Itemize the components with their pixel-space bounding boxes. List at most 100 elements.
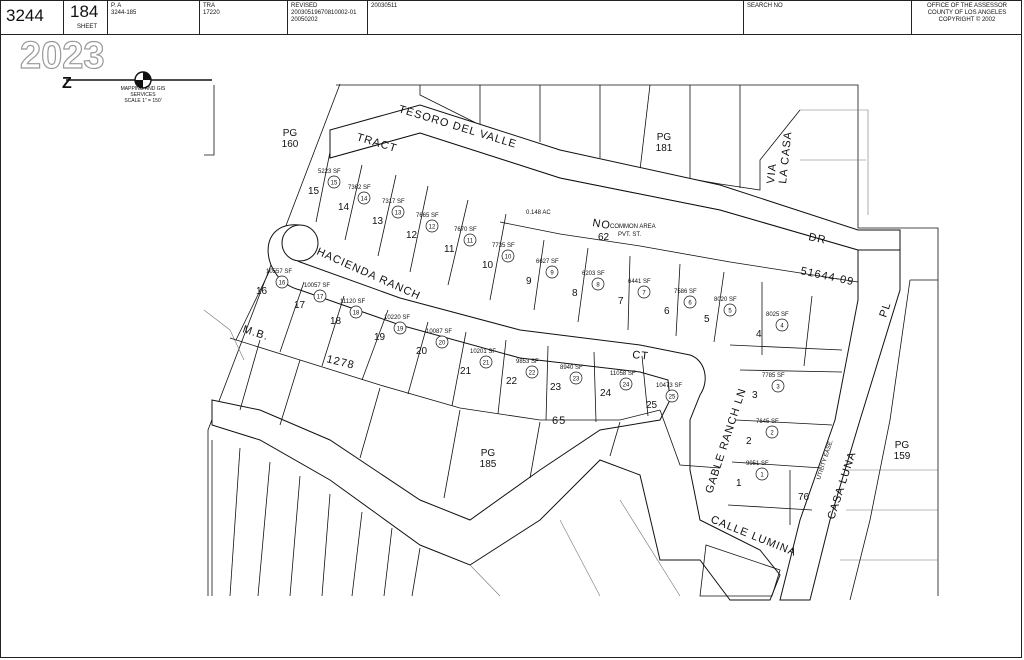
lot-number: 11 (444, 244, 455, 255)
lot-number: 13 (372, 216, 384, 227)
lot-11[interactable]: 11 11 7670 SF (444, 227, 477, 255)
page-ref-160: PG 160 (282, 128, 299, 150)
tra-cell: TRA 17220 (200, 0, 288, 34)
lot-10[interactable]: 10 10 7735 SF (482, 243, 515, 271)
lot-19[interactable]: 19 19 10220 SF (374, 315, 410, 343)
parcel-edge (351, 511, 363, 597)
street-la-casa: LA CASA (777, 130, 794, 184)
lot-3[interactable]: 337785 SF (752, 373, 785, 401)
lot-area: 7670 SF (454, 227, 477, 233)
common-lot-area: 0.148 AC (526, 210, 551, 216)
lot-2[interactable]: 227645 SF (746, 419, 779, 447)
lot-6[interactable]: 667586 SF (664, 289, 697, 317)
pin-label: P. A (111, 3, 122, 9)
lot-number: 25 (646, 400, 658, 411)
boundary-line (204, 85, 215, 156)
lot-18[interactable]: 18 18 11120 SF (330, 299, 365, 327)
lot-area: 8020 SF (714, 297, 737, 303)
lot-line (407, 321, 429, 395)
parcel-edge (469, 564, 501, 597)
lot-7[interactable]: 776441 SF (618, 279, 651, 307)
lot-id: 12 (429, 225, 436, 231)
lot-number: 6 (664, 306, 670, 317)
lot-labels: 15155223 SF14147362 SF13137317 SF1212766… (256, 169, 789, 489)
lot-line (409, 185, 429, 273)
lot-id: 14 (361, 197, 368, 203)
lot-area: 10201 SF (470, 349, 496, 355)
lot-1[interactable]: 119951 SF (736, 461, 769, 489)
lot-number: 5 (704, 314, 710, 325)
common-area-label: COMMON AREA (610, 224, 656, 230)
lot-5[interactable]: 558020 SF (704, 297, 737, 325)
lot-16[interactable]: 16 16 10557 SF (256, 269, 292, 297)
lot-12[interactable]: 12 12 7665 SF (406, 213, 439, 241)
north-arrow-letter: Z (62, 75, 72, 92)
revised-line2: 20050202 (291, 17, 318, 23)
lot-number: 14 (338, 202, 350, 213)
parcel-edge (383, 527, 393, 597)
search-cell: SEARCH NO (744, 0, 912, 34)
lot-line (533, 239, 545, 311)
lot-4[interactable]: 448025 SF (756, 312, 789, 340)
lot-id: 19 (397, 327, 404, 333)
parcel-edge (359, 387, 381, 459)
office-line3: COPYRIGHT © 2002 (938, 17, 996, 23)
lot-9[interactable]: 996627 SF (526, 259, 559, 287)
lot-id: 21 (483, 361, 490, 367)
parcel-map: 2023 Z MAPPING AND GIS SERVICES SCALE 1"… (19, 34, 939, 601)
lot-id: 23 (573, 377, 580, 383)
parcel-edge (559, 519, 601, 597)
lot-area: 7586 SF (674, 289, 697, 295)
parcel-edge (257, 461, 271, 597)
lot-number: 10 (482, 260, 494, 271)
lot-line (729, 344, 843, 351)
parcel-edge (321, 493, 331, 597)
lot-line (727, 504, 813, 511)
lot-21[interactable]: 21 21 10201 SF (460, 349, 496, 377)
lot-13[interactable]: 13 13 7317 SF (372, 199, 405, 227)
revised-line1: 20030519670810002-01 (291, 10, 357, 16)
mb-page: 65 (552, 415, 566, 427)
lot-line (675, 263, 681, 337)
pin-cell: P. A 3244-185 (108, 0, 200, 34)
lot-area: 7645 SF (756, 419, 779, 425)
lot-number: 24 (600, 388, 612, 399)
lot-id: 16 (279, 281, 286, 287)
cul-de-sac (281, 224, 319, 262)
revised-code: 20030511 (371, 3, 398, 9)
map-book-cell: 3244 (0, 0, 64, 34)
page-ref-185: PG 185 (480, 448, 497, 470)
lot-8[interactable]: 886203 SF (572, 271, 605, 299)
lot-id: 10 (505, 255, 512, 261)
lot-number: 2 (746, 436, 752, 447)
lot-area: 11058 SF (610, 371, 636, 377)
lot-area: 7785 SF (762, 373, 785, 379)
watermark-year: 2023 (20, 35, 105, 77)
lot-area: 7665 SF (416, 213, 439, 219)
parcel-edge (239, 339, 261, 411)
lot-area: 6441 SF (628, 279, 651, 285)
parcel-edge (279, 359, 301, 426)
lot-line (735, 419, 833, 426)
map-book-number: 3244 (6, 6, 44, 25)
parcel-edge (529, 421, 541, 479)
lot-number: 19 (374, 332, 386, 343)
lot-number: 8 (572, 288, 578, 299)
revised-code-cell: 20030511 (368, 0, 744, 34)
lot-area: 7362 SF (348, 185, 371, 191)
lot-number: 17 (294, 300, 306, 311)
lot-area: 10557 SF (266, 269, 292, 275)
lot-22[interactable]: 22 22 9853 SF (506, 359, 539, 387)
lot-24[interactable]: 24 24 11058 SF (600, 371, 636, 399)
lot-20[interactable]: 20 20 10087 SF (416, 329, 452, 357)
lot-area: 9853 SF (516, 359, 539, 365)
lot-23[interactable]: 23 23 8940 SF (550, 365, 583, 393)
parcel-edge (229, 447, 241, 597)
lot-number: 7 (618, 296, 624, 307)
lot-15[interactable]: 15 15 5223 SF (308, 169, 341, 197)
lot-area: 7317 SF (382, 199, 405, 205)
lot-number: 23 (550, 382, 562, 393)
lot-id: 22 (529, 371, 536, 377)
lot-id: 18 (353, 311, 360, 317)
lot-area: 5223 SF (318, 169, 341, 175)
